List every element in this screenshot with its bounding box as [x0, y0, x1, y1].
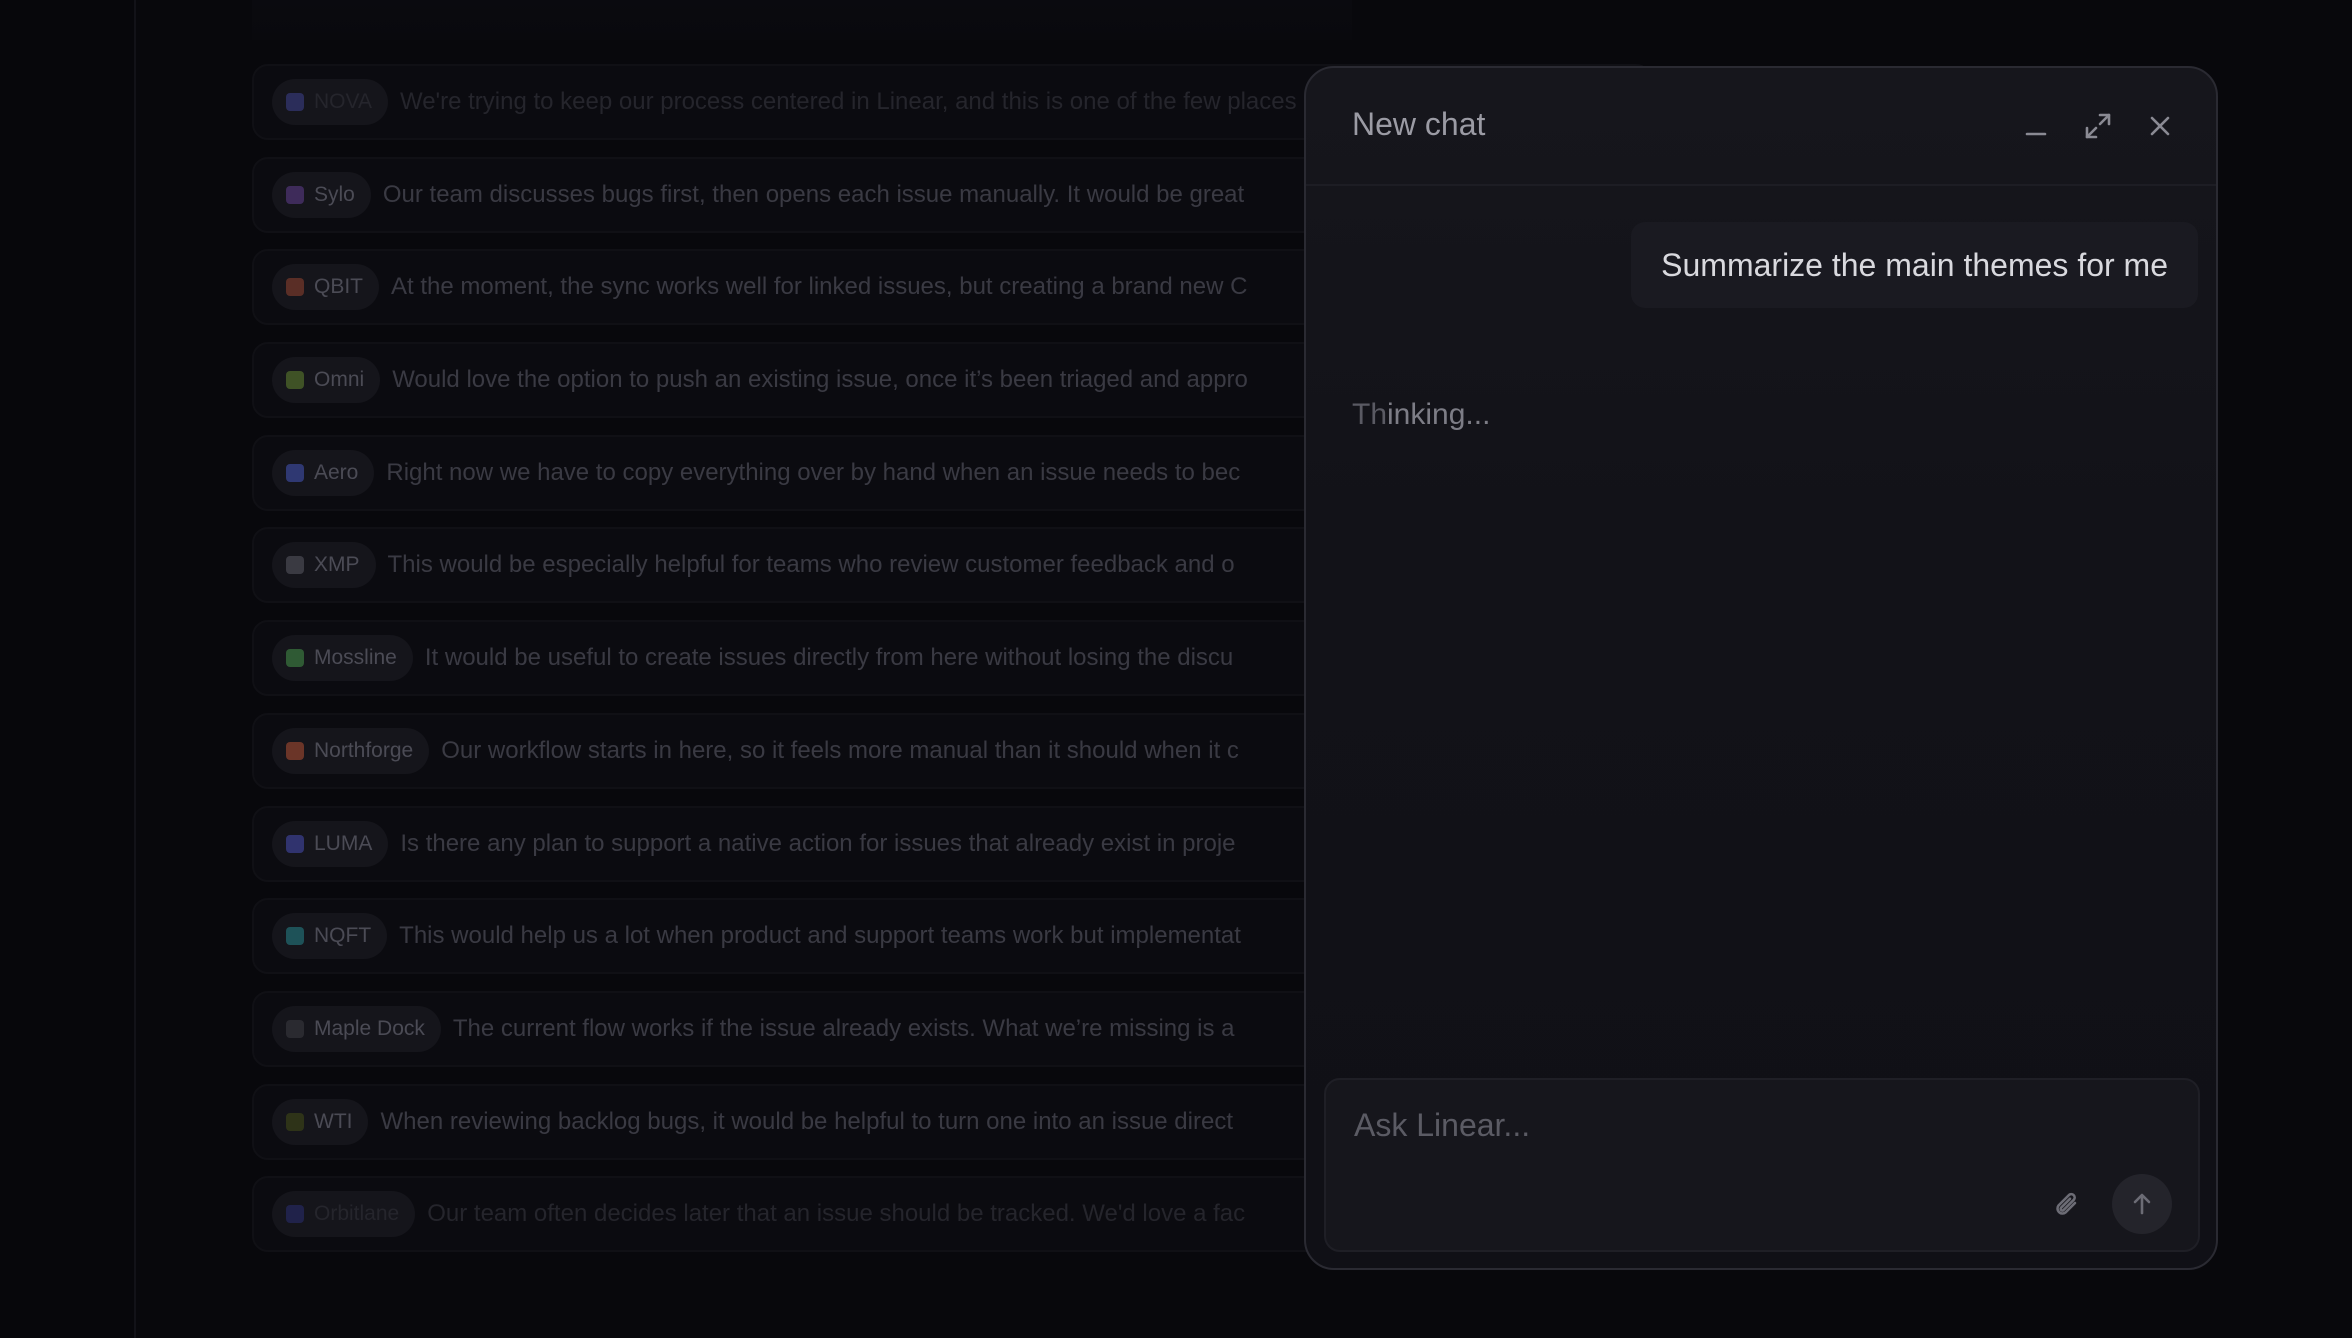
company-chip[interactable]: XMP — [272, 542, 376, 589]
company-name: Maple Dock — [314, 1016, 425, 1040]
company-color-dot — [286, 1205, 304, 1224]
arrow-up-icon — [2133, 1193, 2151, 1215]
attach-button[interactable] — [2048, 1186, 2088, 1226]
company-color-dot — [286, 927, 304, 946]
feedback-snippet: Our workflow starts in here, so it feels… — [441, 736, 1239, 764]
company-name: Omni — [314, 368, 365, 392]
company-name: Northforge — [314, 738, 414, 762]
feedback-snippet: It would be useful to create issues dire… — [424, 644, 1234, 672]
company-color-dot — [286, 1112, 304, 1131]
company-name: NQFT — [314, 924, 372, 948]
company-chip[interactable]: Northforge — [272, 727, 430, 774]
feedback-snippet: Our team discusses bugs first, then open… — [382, 180, 1245, 208]
company-name: Aero — [314, 460, 359, 484]
company-chip[interactable]: WTI — [272, 1098, 369, 1145]
send-button[interactable] — [2112, 1174, 2172, 1234]
feedback-snippet: We're trying to keep our process centere… — [399, 88, 1297, 115]
thinking-indicator: Thinking... — [1352, 398, 1490, 432]
feedback-snippet: Right now we have to copy everything ove… — [386, 458, 1241, 486]
company-chip[interactable]: Sylo — [272, 171, 371, 218]
composer — [1324, 1078, 2200, 1252]
company-name: Sylo — [314, 182, 355, 206]
feedback-snippet: When reviewing backlog bugs, it would be… — [380, 1107, 1233, 1135]
chat-header: New chat — [1306, 68, 2216, 186]
company-color-dot — [286, 463, 304, 482]
chat-title: New chat — [1352, 106, 1486, 142]
minimize-button[interactable] — [2018, 108, 2054, 144]
feedback-snippet: At the moment, the sync works well for l… — [391, 273, 1248, 301]
company-chip[interactable]: Omni — [272, 357, 381, 404]
user-message: Summarize the main themes for me — [1631, 222, 2198, 308]
feed-header — [252, 0, 1352, 40]
company-chip[interactable]: Mossline — [272, 635, 413, 682]
company-chip[interactable]: Aero — [272, 449, 375, 496]
company-name: QBIT — [314, 275, 364, 299]
company-color-dot — [286, 93, 304, 111]
thinking-text-dim: Th — [1352, 398, 1388, 431]
company-color-dot — [286, 1019, 304, 1038]
company-color-dot — [286, 556, 304, 575]
expand-button[interactable] — [2080, 108, 2116, 144]
company-name: Orbitlane — [314, 1202, 400, 1226]
company-name: Mossline — [314, 646, 397, 670]
company-name: WTI — [314, 1109, 353, 1133]
minimize-icon — [2025, 132, 2047, 136]
company-name: LUMA — [314, 831, 373, 855]
feedback-snippet: Is there any plan to support a native ac… — [400, 829, 1236, 857]
expand-icon — [2085, 113, 2111, 139]
company-color-dot — [286, 278, 304, 297]
company-chip[interactable]: Orbitlane — [272, 1191, 416, 1238]
company-color-dot — [286, 371, 304, 390]
company-chip[interactable]: NOVA — [272, 79, 388, 125]
sidebar — [0, 0, 136, 1338]
feedback-snippet: The current flow works if the issue alre… — [452, 1014, 1235, 1042]
company-color-dot — [286, 649, 304, 668]
company-chip[interactable]: LUMA — [272, 820, 389, 867]
company-chip[interactable]: Maple Dock — [272, 1005, 441, 1052]
company-color-dot — [286, 741, 304, 760]
company-chip[interactable]: NQFT — [272, 913, 388, 960]
feedback-snippet: This would be especially helpful for tea… — [387, 551, 1235, 579]
company-chip[interactable]: QBIT — [272, 264, 380, 311]
company-name: XMP — [314, 553, 360, 577]
company-name: NOVA — [314, 90, 372, 113]
company-color-dot — [286, 185, 304, 204]
chat-panel: New chat Summarize the main themes for m… — [1304, 66, 2218, 1270]
close-icon — [2150, 116, 2170, 136]
thinking-text: inking... — [1387, 398, 1491, 431]
feedback-snippet: Our team often decides later that an iss… — [427, 1200, 1246, 1228]
close-button[interactable] — [2142, 108, 2178, 144]
ask-input[interactable] — [1352, 1100, 2056, 1150]
paperclip-icon — [2056, 1192, 2077, 1215]
feedback-snippet: This would help us a lot when product an… — [399, 922, 1241, 950]
feedback-snippet: Would love the option to push an existin… — [392, 366, 1248, 394]
company-color-dot — [286, 834, 304, 853]
